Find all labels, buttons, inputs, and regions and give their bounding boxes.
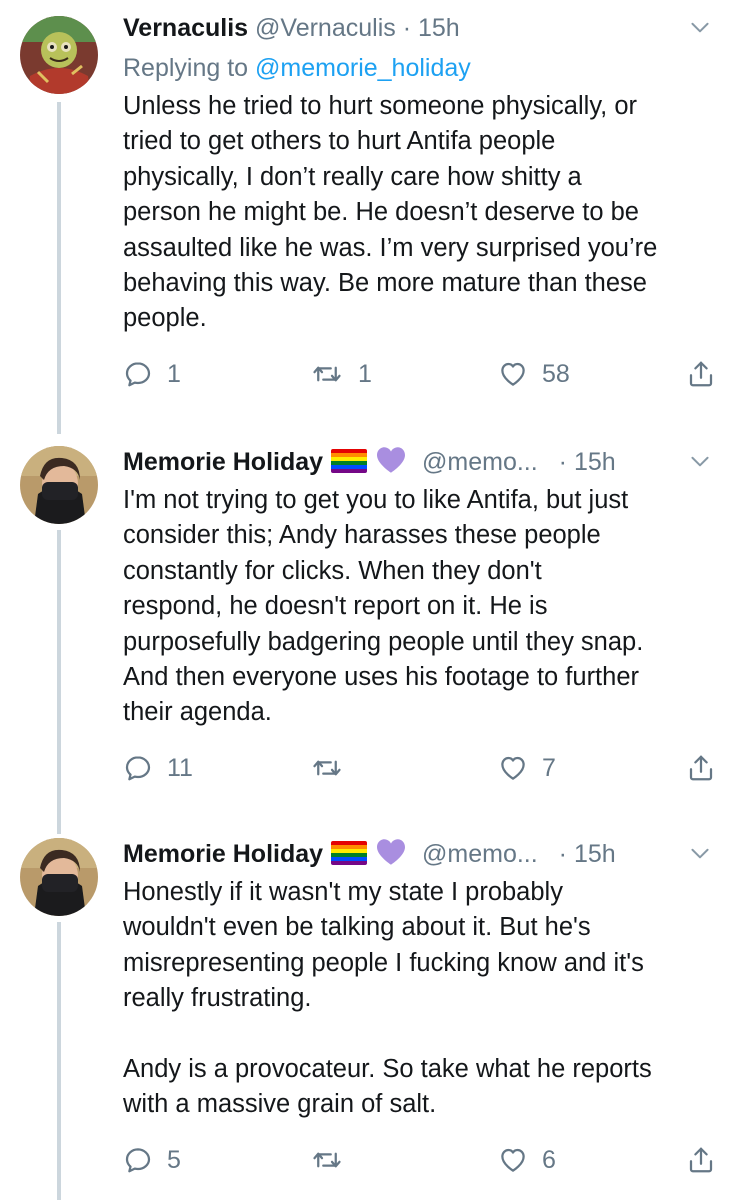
reply-icon — [123, 1145, 153, 1175]
retweet-icon — [310, 359, 344, 389]
retweet-count: 1 — [358, 359, 372, 388]
separator-dot: · — [402, 14, 412, 42]
reply-button[interactable]: 11 — [123, 748, 193, 788]
user-handle[interactable]: @memo... — [422, 448, 538, 476]
like-icon — [498, 753, 528, 783]
like-button[interactable]: 58 — [498, 354, 570, 394]
tweet-memorie-1[interactable]: Memorie Holiday @memo... · 15h I'm not t… — [0, 436, 737, 834]
rainbow-flag-icon — [331, 841, 368, 865]
rainbow-flag-icon — [331, 449, 368, 473]
retweet-icon — [310, 1145, 344, 1175]
retweet-button[interactable]: 1 — [310, 354, 372, 394]
like-count: 58 — [542, 359, 570, 388]
like-icon — [498, 1145, 528, 1175]
share-icon — [686, 359, 716, 389]
retweet-button[interactable] — [310, 748, 358, 788]
tweet-text: Honestly if it wasn't my state I probabl… — [123, 878, 652, 1119]
tweet-actions: 1 1 58 — [0, 354, 737, 394]
chevron-down-icon[interactable] — [687, 448, 713, 474]
avatar[interactable] — [20, 446, 98, 524]
timestamp[interactable]: 15h — [574, 840, 616, 868]
reply-count: 1 — [167, 359, 181, 388]
share-button[interactable] — [686, 748, 716, 788]
user-handle[interactable]: @memo... — [422, 840, 538, 868]
retweet-icon — [310, 753, 344, 783]
reply-mention-link[interactable]: @memorie_holiday — [255, 54, 471, 82]
chevron-down-icon[interactable] — [687, 840, 713, 866]
reply-count: 5 — [167, 1145, 181, 1174]
avatar[interactable] — [20, 838, 98, 916]
display-name[interactable]: Memorie Holiday — [123, 840, 323, 868]
like-icon — [498, 359, 528, 389]
like-button[interactable]: 7 — [498, 748, 556, 788]
separator-dot: · — [558, 840, 567, 868]
share-icon — [686, 753, 716, 783]
tweet-text: I'm not trying to get you to like Antifa… — [123, 486, 644, 727]
reply-button[interactable]: 1 — [123, 354, 181, 394]
share-icon — [686, 1145, 716, 1175]
avatar[interactable] — [20, 16, 98, 94]
tweet-text: Unless he tried to hurt someone physical… — [123, 92, 658, 333]
separator-dot: · — [558, 448, 567, 476]
share-button[interactable] — [686, 354, 716, 394]
share-button[interactable] — [686, 1140, 716, 1180]
timestamp[interactable]: 15h — [574, 448, 616, 476]
tweet-actions: 11 7 — [0, 748, 737, 788]
reply-icon — [123, 359, 153, 389]
thread-line — [57, 530, 61, 834]
tweet-header: Memorie Holiday @memo... · 15h — [123, 834, 719, 874]
tweet-actions: 5 6 — [0, 1140, 737, 1180]
chevron-down-icon[interactable] — [687, 14, 713, 40]
display-name[interactable]: Vernaculis — [123, 14, 248, 42]
like-count: 7 — [542, 753, 556, 782]
tweet-header: Vernaculis @Vernaculis · 15h — [123, 8, 719, 48]
display-name[interactable]: Memorie Holiday — [123, 448, 323, 476]
like-count: 6 — [542, 1145, 556, 1174]
tweet-header: Memorie Holiday @memo... · 15h — [123, 442, 719, 482]
reply-icon — [123, 753, 153, 783]
timestamp[interactable]: 15h — [418, 14, 460, 42]
user-handle[interactable]: @Vernaculis — [255, 14, 396, 42]
reply-button[interactable]: 5 — [123, 1140, 181, 1180]
replying-to-label: Replying to — [123, 54, 256, 82]
purple-heart-icon — [375, 838, 407, 866]
replying-to: Replying to @memorie_holiday — [123, 48, 719, 88]
reply-count: 11 — [167, 753, 193, 782]
purple-heart-icon — [375, 446, 407, 474]
like-button[interactable]: 6 — [498, 1140, 556, 1180]
retweet-button[interactable] — [310, 1140, 358, 1180]
tweet-vernaculis[interactable]: Vernaculis @Vernaculis · 15h Replying to… — [0, 0, 737, 434]
tweet-memorie-2[interactable]: Memorie Holiday @memo... · 15h Honestly … — [0, 828, 737, 1200]
